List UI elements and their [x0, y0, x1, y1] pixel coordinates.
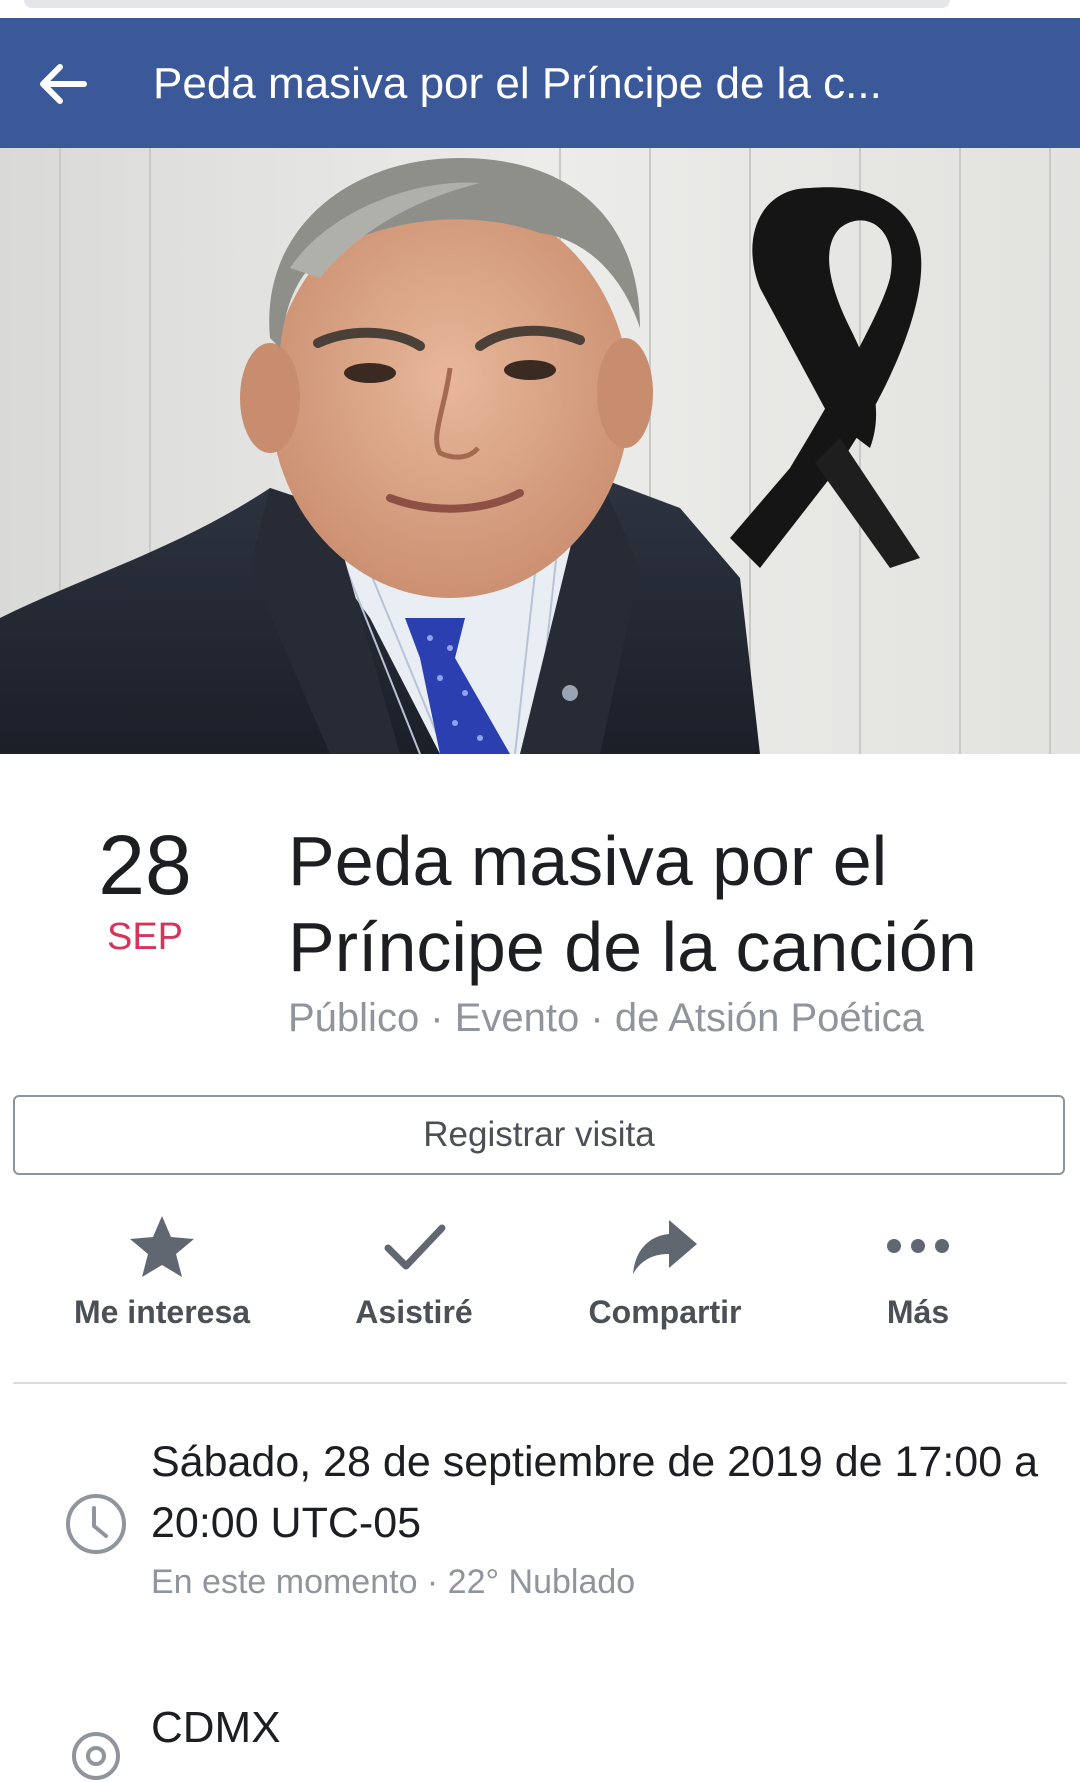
star-icon	[130, 1216, 194, 1277]
event-weather: En este momento · 22° Nublado	[151, 1563, 636, 1601]
back-button[interactable]	[34, 56, 90, 112]
share-button[interactable]: Compartir	[535, 1210, 795, 1340]
event-day: 28	[98, 818, 192, 912]
share-label: Compartir	[588, 1294, 742, 1330]
section-divider	[13, 1382, 1067, 1384]
more-button[interactable]: Más	[788, 1210, 1048, 1340]
more-icon	[887, 1239, 949, 1253]
arrow-left-icon	[40, 64, 87, 104]
event-actions-bar: Me interesa Asistiré Compartir Más	[0, 1210, 1080, 1350]
more-label: Más	[886, 1294, 950, 1330]
register-visit-button[interactable]: Registrar visita	[13, 1095, 1065, 1175]
going-label: Asistiré	[355, 1294, 473, 1330]
status-strip	[0, 0, 1080, 18]
event-month: SEP	[106, 916, 184, 958]
check-icon	[384, 1224, 446, 1270]
event-location-row[interactable]: CDMX	[0, 1696, 1080, 1780]
share-icon	[633, 1220, 697, 1274]
event-date-badge: 28 SEP	[70, 820, 220, 960]
location-pin-icon	[72, 1732, 120, 1780]
event-datetime: Sábado, 28 de septiembre de 2019 de 17:0…	[151, 1438, 1038, 1547]
event-meta[interactable]: Público · Evento · de Atsión Poética	[288, 990, 1048, 1046]
event-location-name: CDMX	[151, 1703, 281, 1752]
event-cover-photo[interactable]	[0, 148, 1080, 754]
interested-label: Me interesa	[73, 1294, 251, 1330]
going-button[interactable]: Asistiré	[284, 1210, 544, 1340]
event-title: Peda masiva por el Príncipe de la canció…	[288, 822, 977, 986]
app-bar: Peda masiva por el Príncipe de la c...	[0, 18, 1080, 148]
interested-button[interactable]: Me interesa	[32, 1210, 292, 1340]
url-bar-remnant	[24, 0, 950, 8]
clock-icon	[66, 1494, 126, 1554]
app-bar-title: Peda masiva por el Príncipe de la c...	[153, 59, 882, 108]
